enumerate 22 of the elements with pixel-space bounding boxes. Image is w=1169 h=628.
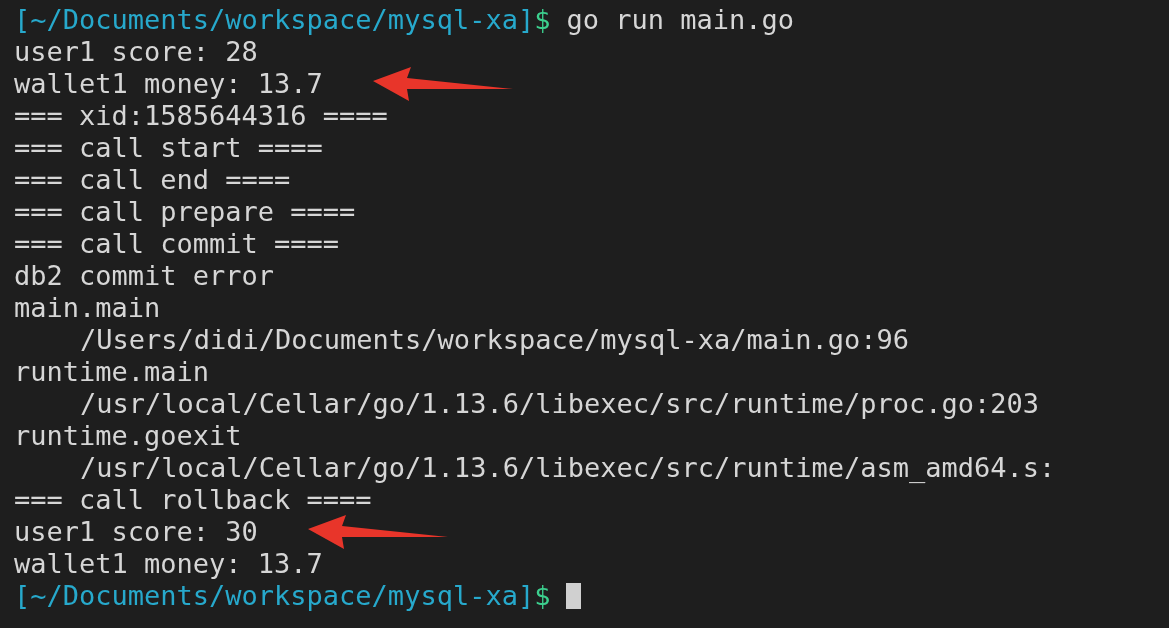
- output-line: === call prepare ====: [14, 196, 356, 228]
- output-line: main.main: [14, 292, 161, 324]
- output-line: === call rollback ====: [14, 484, 372, 516]
- output-line: === call start ====: [14, 132, 323, 164]
- prompt-path: [~/Documents/workspace/mysql-xa]: [14, 4, 535, 36]
- prompt-path: [~/Documents/workspace/mysql-xa]: [14, 580, 535, 612]
- output-line: runtime.main: [14, 356, 210, 388]
- output-line: db2 commit error: [14, 260, 275, 292]
- output-line: user1 score: 28: [14, 36, 258, 68]
- prompt-symbol: $: [534, 4, 551, 36]
- output-line: runtime.goexit: [14, 420, 242, 452]
- output-line: === xid:1585644316 ====: [14, 100, 388, 132]
- output-line: wallet1 money: 13.7: [14, 68, 323, 100]
- output-line: === call commit ====: [14, 228, 340, 260]
- output-line: /usr/local/Cellar/go/1.13.6/libexec/src/runtime/proc.go:203: [80, 388, 1040, 420]
- output-line: wallet1 money: 13.7: [14, 548, 323, 580]
- command-text: go run main.go: [566, 4, 794, 36]
- output-line: user1 score: 30: [14, 516, 258, 548]
- output-line: /Users/didi/Documents/workspace/mysql-xa/main.go:96: [80, 324, 910, 356]
- prompt-symbol: $: [534, 580, 551, 612]
- output-line: /usr/local/Cellar/go/1.13.6/libexec/src/runtime/asm_amd64.s:: [80, 452, 1056, 484]
- output-line: === call end ====: [14, 164, 291, 196]
